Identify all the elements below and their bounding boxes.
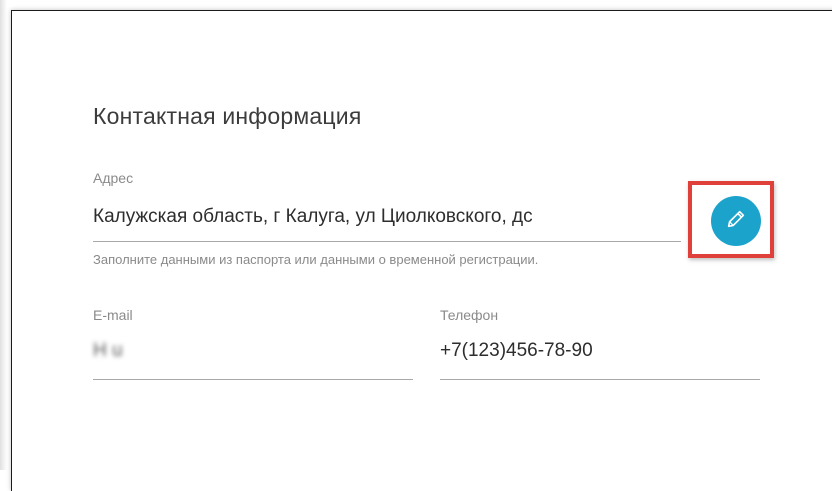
edit-address-button[interactable] (711, 196, 761, 246)
address-input[interactable]: Калужская область, г Калуга, ул Циолковс… (93, 206, 681, 228)
email-input[interactable]: H u (93, 340, 408, 366)
email-label: E-mail (93, 307, 133, 323)
address-hint: Заполните данными из паспорта или данным… (93, 252, 539, 267)
section-title: Контактная информация (93, 103, 362, 129)
pencil-icon (725, 208, 747, 235)
window-edge-shadow (0, 0, 7, 470)
phone-input[interactable]: +7(123)456-78-90 (440, 340, 760, 362)
phone-underline (440, 379, 760, 380)
email-underline (93, 379, 413, 380)
address-label: Адрес (93, 170, 134, 186)
address-underline (93, 241, 681, 242)
phone-label: Телефон (440, 307, 499, 323)
